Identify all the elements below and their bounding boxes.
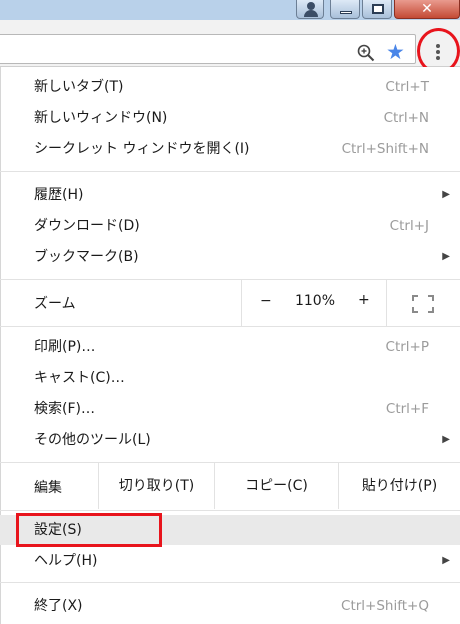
menu-item-shortcut: Ctrl+P xyxy=(385,339,429,355)
maximize-button[interactable] xyxy=(362,0,392,19)
menu-item-exit[interactable]: 終了(X) Ctrl+Shift+Q xyxy=(0,591,460,621)
menu-zoom-row: ズーム − 110% + xyxy=(0,280,460,326)
menu-item-print[interactable]: 印刷(P)… Ctrl+P xyxy=(0,332,460,362)
paste-button[interactable]: 貼り付け(P) xyxy=(338,463,460,509)
menu-item-label: ヘルプ(H) xyxy=(34,553,98,569)
menu-item-label: 新しいウィンドウ(N) xyxy=(34,110,168,126)
menu-item-shortcut: Ctrl+T xyxy=(385,79,429,95)
menu-item-label: キャスト(C)… xyxy=(34,370,125,386)
settings-highlight xyxy=(16,513,162,547)
menu-item-shortcut: Ctrl+J xyxy=(389,218,429,234)
menu-item-label: 印刷(P)… xyxy=(34,339,96,355)
menu-item-downloads[interactable]: ダウンロード(D) Ctrl+J xyxy=(0,211,460,241)
minimize-icon xyxy=(340,11,352,14)
zoom-control: − 110% + xyxy=(241,280,387,326)
zoom-indicator-icon[interactable] xyxy=(357,44,375,62)
close-button[interactable]: ✕ xyxy=(394,0,460,19)
zoom-level: 110% xyxy=(294,293,336,309)
menu-item-label: 終了(X) xyxy=(34,598,83,614)
submenu-arrow-icon: ▶ xyxy=(442,434,450,445)
edit-label: 編集 xyxy=(34,480,62,496)
address-bar[interactable] xyxy=(0,34,416,64)
menu-separator xyxy=(0,510,460,511)
menu-item-cast[interactable]: キャスト(C)… xyxy=(0,363,460,393)
menu-item-label: シークレット ウィンドウを開く(I) xyxy=(34,141,250,157)
cut-button[interactable]: 切り取り(T) xyxy=(98,463,214,509)
menu-item-label: 検索(F)… xyxy=(34,401,95,417)
menu-item-label: ダウンロード(D) xyxy=(34,218,140,234)
menu-item-shortcut: Ctrl+N xyxy=(383,110,429,126)
menu-item-shortcut: Ctrl+Shift+Q xyxy=(341,598,429,614)
user-icon xyxy=(307,2,315,10)
menu-item-label: 新しいタブ(T) xyxy=(34,79,124,95)
menu-item-new-window[interactable]: 新しいウィンドウ(N) Ctrl+N xyxy=(0,103,460,133)
submenu-arrow-icon: ▶ xyxy=(442,189,450,200)
zoom-out-button[interactable]: − xyxy=(260,293,272,309)
menu-separator xyxy=(0,171,460,172)
profile-button[interactable] xyxy=(296,0,324,19)
copy-button[interactable]: コピー(C) xyxy=(214,463,338,509)
menu-separator xyxy=(0,582,460,583)
submenu-arrow-icon: ▶ xyxy=(442,251,450,262)
menu-item-label: ブックマーク(B) xyxy=(34,249,139,265)
window-titlebar: ✕ xyxy=(0,0,460,20)
menu-item-history[interactable]: 履歴(H) ▶ xyxy=(0,180,460,210)
menu-item-bookmarks[interactable]: ブックマーク(B) ▶ xyxy=(0,242,460,272)
menu-item-new-tab[interactable]: 新しいタブ(T) Ctrl+T xyxy=(0,72,460,102)
menu-item-find[interactable]: 検索(F)… Ctrl+F xyxy=(0,394,460,424)
submenu-arrow-icon: ▶ xyxy=(442,555,450,566)
menu-item-help[interactable]: ヘルプ(H) ▶ xyxy=(0,546,460,576)
menu-item-incognito[interactable]: シークレット ウィンドウを開く(I) Ctrl+Shift+N xyxy=(0,134,460,164)
menu-item-label: 履歴(H) xyxy=(34,187,84,203)
menu-edit-row: 編集 切り取り(T) コピー(C) 貼り付け(P) xyxy=(0,463,460,509)
fullscreen-icon[interactable] xyxy=(412,295,434,313)
minimize-button[interactable] xyxy=(330,0,360,19)
zoom-label: ズーム xyxy=(34,296,76,312)
menu-item-label: その他のツール(L) xyxy=(34,432,151,448)
menu-item-shortcut: Ctrl+Shift+N xyxy=(341,141,429,157)
menu-item-shortcut: Ctrl+F xyxy=(385,401,429,417)
maximize-icon xyxy=(372,4,384,14)
close-icon: ✕ xyxy=(421,1,433,17)
menu-separator xyxy=(0,326,460,327)
zoom-in-button[interactable]: + xyxy=(358,292,370,308)
menu-item-more-tools[interactable]: その他のツール(L) ▶ xyxy=(0,425,460,455)
bookmark-star-icon[interactable]: ★ xyxy=(386,41,405,63)
